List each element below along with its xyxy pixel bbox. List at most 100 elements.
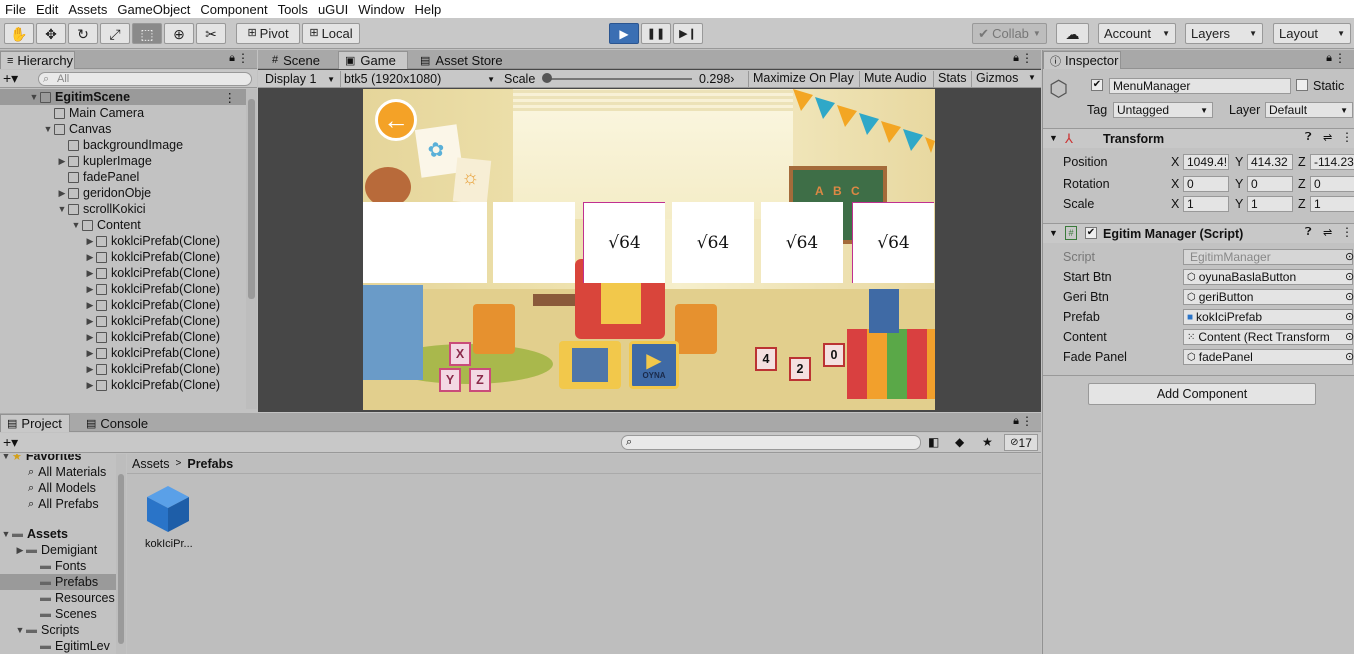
script-field-4-object-field[interactable]: ⁙ Content (Rect Transform [1183, 329, 1353, 345]
filter-type-icon[interactable]: ◧ [928, 435, 939, 449]
expand-arrow-icon[interactable]: ▼ [0, 529, 12, 539]
expand-arrow-icon[interactable]: ▶ [84, 300, 96, 311]
rot-y-input[interactable]: 0 [1247, 176, 1293, 192]
gizmos-dropdown-icon[interactable]: ▼ [1028, 73, 1036, 82]
scl-y-input[interactable]: 1 [1247, 196, 1293, 212]
hierarchy-scrollbar[interactable] [246, 89, 257, 409]
asset-prefab-item[interactable]: kokIciPr... [141, 484, 197, 554]
collab-dropdown[interactable]: ✔ Collab ▼ [972, 23, 1047, 44]
kebab-menu-icon[interactable]: ⋮ [1341, 130, 1353, 144]
play-game-button[interactable]: ▶ OYNA [629, 341, 679, 389]
breadcrumb-assets[interactable]: Assets [132, 457, 170, 471]
help-icon[interactable]: ❓︎ [1305, 226, 1312, 239]
expand-arrow-icon[interactable]: ▼ [70, 220, 82, 230]
kebab-menu-icon[interactable]: ⋮ [1021, 414, 1033, 428]
hierarchy-item[interactable]: ▶ koklciPrefab(Clone) [0, 377, 246, 393]
expand-arrow-icon[interactable]: ▼ [28, 92, 40, 102]
hierarchy-item[interactable]: ▶ koklciPrefab(Clone) [0, 329, 246, 345]
mute-audio-toggle[interactable]: Mute Audio [859, 71, 931, 87]
pos-y-input[interactable]: 414.32 [1247, 154, 1293, 170]
collapse-arrow-icon[interactable]: ▼ [1049, 228, 1058, 238]
presets-icon[interactable]: ⇌ [1323, 226, 1332, 239]
scl-z-input[interactable]: 1 [1310, 196, 1354, 212]
object-picker-icon[interactable]: ⊙ [1345, 270, 1354, 283]
hierarchy-item[interactable]: ▼ scrollKokici [0, 201, 246, 217]
static-checkbox[interactable] [1296, 79, 1308, 91]
display-dropdown[interactable]: Display 1 ▼ [262, 71, 338, 87]
axis-label-z[interactable]: Z [1298, 155, 1306, 169]
menu-item[interactable]: Component [195, 2, 272, 17]
kebab-menu-icon[interactable]: ⋮ [237, 51, 249, 65]
script-field-1-object-field[interactable]: ⬡ oyunaBaslaButton [1183, 269, 1353, 285]
tab-hierarchy[interactable]: ≡ Hierarchy [0, 51, 75, 69]
tab-project[interactable]: ▤ Project [0, 414, 70, 432]
layers-dropdown[interactable]: Layers ▼ [1185, 23, 1263, 44]
tab-inspector[interactable]: ⓘ Inspector [1043, 51, 1121, 69]
pause-button[interactable]: ❚❚ [641, 23, 671, 44]
hierarchy-item[interactable]: ▶ koklciPrefab(Clone) [0, 313, 246, 329]
filter-label-icon[interactable]: ◆ [955, 435, 964, 449]
project-tree-item[interactable]: ⌕ All Models [0, 480, 116, 496]
layer-dropdown[interactable]: Default ▼ [1265, 102, 1353, 118]
project-tree-item[interactable]: ▶ ▬ Demigiant [0, 542, 116, 558]
project-search-input[interactable]: ⌕ [621, 435, 921, 450]
expand-arrow-icon[interactable]: ▼ [56, 204, 68, 214]
script-field-3-object-field[interactable]: ■ kokIciPrefab [1183, 309, 1353, 325]
object-picker-icon[interactable]: ⊙ [1345, 350, 1354, 363]
object-picker-icon[interactable]: ⊙ [1345, 310, 1354, 323]
add-component-button[interactable]: Add Component [1088, 383, 1316, 405]
hierarchy-item[interactable]: ▼ Content [0, 217, 246, 233]
expand-arrow-icon[interactable]: ▶ [84, 316, 96, 327]
active-checkbox[interactable]: ✔ [1091, 79, 1103, 91]
lock-icon[interactable]: 🔒︎ [1013, 52, 1019, 65]
axis-label-x[interactable]: X [1171, 155, 1179, 169]
game-view[interactable]: A B C ✿ ☼ ← ▶ OYNA X Y Z 4 2 0 √64 √64 √… [363, 89, 935, 410]
axis-label-x[interactable]: X [1171, 197, 1179, 211]
transform-header[interactable]: ▼ ⅄ Transform ❓︎ ⇌ ⋮ [1043, 128, 1354, 148]
expand-arrow-icon[interactable]: ▶ [84, 236, 96, 247]
expand-arrow-icon[interactable]: ▶ [56, 188, 68, 199]
menu-item[interactable]: Assets [63, 2, 112, 17]
hand-tool-icon[interactable]: ✋ [4, 23, 34, 44]
menu-item[interactable]: Window [353, 2, 409, 17]
rotate-tool-icon[interactable]: ↻ [68, 23, 98, 44]
pos-x-input[interactable]: 1049.4! [1183, 154, 1229, 170]
hierarchy-item[interactable]: ▶ geridonObje [0, 185, 246, 201]
menu-item[interactable]: Edit [31, 2, 63, 17]
number-card[interactable] [363, 202, 405, 283]
hierarchy-item[interactable]: ▶ koklciPrefab(Clone) [0, 265, 246, 281]
play-button[interactable]: ▶ [609, 23, 639, 44]
back-arrow-button[interactable]: ← [375, 99, 417, 141]
rot-x-input[interactable]: 0 [1183, 176, 1229, 192]
hierarchy-search-input[interactable]: ⌕ All [38, 72, 252, 86]
hierarchy-item[interactable]: ▶ kuplerImage [0, 153, 246, 169]
scale-slider[interactable] [546, 78, 692, 80]
scale-tool-icon[interactable]: ⤢ [100, 23, 130, 44]
hierarchy-item[interactable]: ▶ koklciPrefab(Clone) [0, 345, 246, 361]
expand-arrow-icon[interactable]: ▼ [42, 124, 54, 134]
menu-item[interactable]: GameObject [112, 2, 195, 17]
menu-item[interactable]: Tools [273, 2, 313, 17]
number-card[interactable]: √64 [583, 202, 665, 283]
axis-label-y[interactable]: Y [1235, 155, 1243, 169]
scale-slider-handle[interactable] [542, 73, 552, 83]
lock-icon[interactable]: 🔒︎ [1326, 52, 1332, 65]
lock-icon[interactable]: 🔒︎ [229, 52, 235, 65]
number-card[interactable]: √64 [852, 202, 934, 283]
rect-tool-icon[interactable]: ⬚ [132, 23, 162, 44]
stats-toggle[interactable]: Stats [933, 71, 971, 87]
menu-item[interactable]: File [0, 2, 31, 17]
project-tree-item[interactable]: ▬ Prefabs [0, 574, 116, 590]
kebab-menu-icon[interactable]: ⋮ [1341, 225, 1353, 239]
project-tree-item[interactable]: ▼ ▬ Scripts [0, 622, 116, 638]
custom-tool-icon[interactable]: ✂ [196, 23, 226, 44]
rot-z-input[interactable]: 0 [1310, 176, 1354, 192]
tag-dropdown[interactable]: Untagged ▼ [1113, 102, 1213, 118]
breadcrumb-prefabs[interactable]: Prefabs [187, 457, 233, 471]
axis-label-y[interactable]: Y [1235, 177, 1243, 191]
expand-arrow-icon[interactable]: ▼ [0, 454, 12, 461]
expand-arrow-icon[interactable]: ▶ [84, 332, 96, 343]
kebab-menu-icon[interactable]: ⋮ [1334, 51, 1346, 65]
presets-icon[interactable]: ⇌ [1323, 131, 1332, 144]
kebab-menu-icon[interactable]: ⋮ [1021, 51, 1033, 65]
